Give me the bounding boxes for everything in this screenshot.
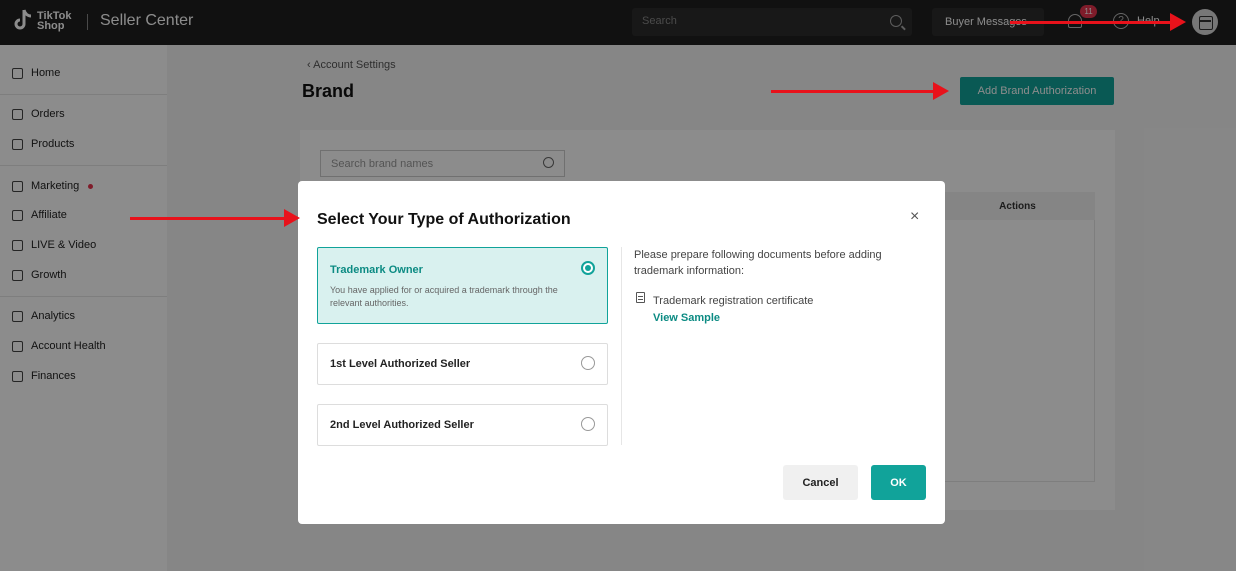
document-icon xyxy=(636,292,645,303)
option-description: You have applied for or acquired a trade… xyxy=(330,285,558,308)
prepare-documents-text: Please prepare following documents befor… xyxy=(634,249,882,277)
ok-button[interactable]: OK xyxy=(871,465,926,500)
annotation-arrow-modal-title xyxy=(130,209,300,227)
modal-divider xyxy=(621,247,622,445)
authorization-type-modal: Select Your Type of Authorization × Trad… xyxy=(298,181,945,524)
view-sample-link[interactable]: View Sample xyxy=(653,312,720,324)
document-name: Trademark registration certificate xyxy=(653,295,814,307)
radio-unselected[interactable] xyxy=(581,417,595,431)
option-title: 2nd Level Authorized Seller xyxy=(330,419,474,431)
annotation-arrow-add-brand xyxy=(771,82,949,100)
modal-title: Select Your Type of Authorization xyxy=(317,211,571,228)
radio-selected[interactable] xyxy=(581,261,595,275)
annotation-arrow-shop-icon xyxy=(1010,13,1186,31)
option-2nd-level-authorized-seller[interactable]: 2nd Level Authorized Seller xyxy=(317,404,608,446)
option-title: 1st Level Authorized Seller xyxy=(330,358,471,370)
close-icon[interactable]: × xyxy=(910,208,919,226)
option-1st-level-authorized-seller[interactable]: 1st Level Authorized Seller xyxy=(317,343,608,385)
option-trademark-owner[interactable]: Trademark Owner You have applied for or … xyxy=(317,247,608,324)
option-title: Trademark Owner xyxy=(330,264,423,276)
radio-unselected[interactable] xyxy=(581,356,595,370)
cancel-button[interactable]: Cancel xyxy=(783,465,858,500)
